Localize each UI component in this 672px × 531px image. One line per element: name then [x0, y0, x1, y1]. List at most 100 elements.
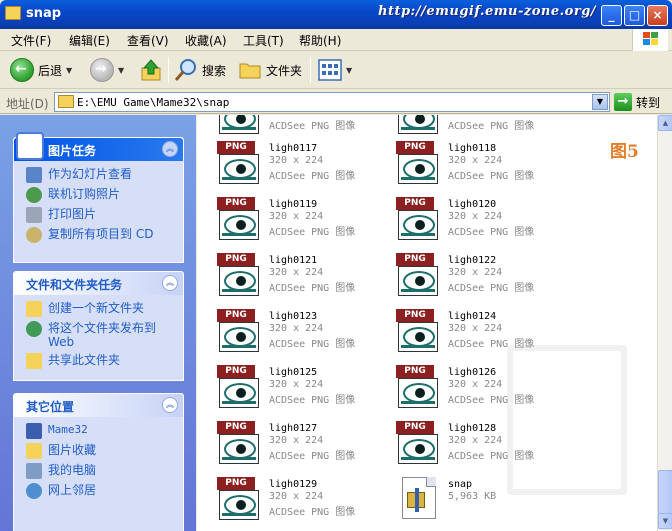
png-badge: PNG — [217, 309, 255, 322]
task-publish-web[interactable]: 将这个文件夹发布到 Web — [14, 321, 183, 353]
menu-edit[interactable]: 编辑(E) — [69, 32, 110, 49]
file-item-partial[interactable]: PNG ACDSee PNG 图像 — [396, 115, 566, 141]
place-my-pictures[interactable]: 图片收藏 — [14, 443, 183, 463]
place-network[interactable]: 网上邻居 — [14, 483, 183, 503]
file-item[interactable]: PNG ligh0120 320 x 224 ACDSee PNG 图像 — [396, 197, 566, 247]
png-file-icon: PNG — [217, 421, 263, 465]
folders-button[interactable]: 文件夹 — [238, 56, 302, 84]
task-label: 我的电脑 — [48, 463, 97, 477]
mame-icon — [26, 423, 42, 439]
place-mame32[interactable]: Mame32 — [14, 423, 183, 443]
go-arrow-icon: → — [614, 93, 632, 111]
pictures-folder-icon — [26, 443, 42, 459]
chevron-down-icon[interactable]: ▼ — [66, 66, 72, 75]
file-type: ACDSee PNG 图像 — [269, 395, 356, 406]
back-button[interactable]: ← 后退 ▼ — [10, 56, 72, 84]
toolbar-separator — [168, 57, 169, 83]
folders-label: 文件夹 — [266, 63, 303, 78]
file-tasks-header[interactable]: 文件和文件夹任务 ︽ — [14, 272, 183, 295]
go-button[interactable]: → 转到 — [614, 93, 660, 111]
png-file-icon: PNG — [217, 141, 263, 185]
close-button[interactable]: × — [647, 5, 668, 26]
share-folder-icon — [26, 353, 42, 369]
file-tasks-panel: 文件和文件夹任务 ︽ 创建一个新文件夹 将这个文件夹发布到 Web 共享此文件夹 — [13, 271, 184, 381]
menu-view[interactable]: 查看(V) — [127, 32, 169, 49]
scroll-up-icon[interactable]: ▲ — [658, 115, 672, 131]
address-bar: 地址(D) E:\EMU Game\Mame32\snap ▼ → 转到 — [0, 90, 672, 114]
address-input[interactable]: E:\EMU Game\Mame32\snap ▼ — [54, 92, 610, 112]
file-item[interactable]: PNG ligh0126 320 x 224 ACDSee PNG 图像 — [396, 365, 566, 415]
back-arrow-icon: ← — [10, 58, 34, 82]
task-label: 共享此文件夹 — [48, 353, 121, 367]
zip-file-item[interactable]: snap 5,963 KB — [396, 477, 566, 527]
chevron-down-icon[interactable]: ▼ — [592, 94, 608, 110]
collapse-icon[interactable]: ︽ — [162, 141, 178, 157]
collapse-icon[interactable]: ︽ — [162, 275, 178, 291]
vertical-scrollbar[interactable]: ▲ ▼ — [657, 115, 672, 531]
minimize-button[interactable]: _ — [601, 5, 622, 26]
file-view[interactable]: PNG ACDSee PNG 图像 PNG ACDSee PNG 图像 PNG ligh0… — [197, 115, 657, 531]
task-label: 打印图片 — [48, 207, 97, 221]
toolbar-separator — [310, 57, 311, 83]
task-share-folder[interactable]: 共享此文件夹 — [14, 353, 183, 373]
file-item[interactable]: PNG ligh0118 320 x 224 ACDSee PNG 图像 — [396, 141, 566, 191]
file-type: ACDSee PNG 图像 — [448, 227, 535, 238]
task-copy-to-cd[interactable]: 复制所有项目到 CD — [14, 227, 183, 247]
title-bar[interactable]: snap http://emugif.emu-zone.org/ _ □ × — [0, 0, 672, 29]
task-label: 联机订购照片 — [48, 187, 121, 201]
toolbar: ← 后退 ▼ → ▼ 搜索 文件夹 ▼ — [0, 51, 672, 89]
up-folder-button[interactable] — [140, 56, 162, 84]
globe-icon — [26, 321, 42, 337]
file-item[interactable]: PNG ligh0129 320 x 224 ACDSee PNG 图像 — [217, 477, 387, 527]
png-badge: PNG — [396, 253, 434, 266]
png-file-icon: PNG — [217, 253, 263, 297]
file-type: ACDSee PNG 图像 — [448, 395, 535, 406]
other-places-panel: 其它位置 ︽ Mame32 图片收藏 我的电脑 网上邻居 — [13, 393, 184, 531]
search-button[interactable]: 搜索 — [174, 56, 226, 84]
file-item[interactable]: PNG ligh0125 320 x 224 ACDSee PNG 图像 — [217, 365, 387, 415]
task-new-folder[interactable]: 创建一个新文件夹 — [14, 301, 183, 321]
file-name: ligh0122 — [448, 255, 497, 266]
scroll-thumb[interactable] — [658, 470, 672, 515]
task-label: 图片收藏 — [48, 443, 97, 457]
file-type: ACDSee PNG 图像 — [269, 451, 356, 462]
publish-line-1: 将这个文件夹发布到 — [48, 321, 157, 335]
views-button[interactable]: ▼ — [318, 56, 352, 84]
file-item[interactable]: PNG ligh0127 320 x 224 ACDSee PNG 图像 — [217, 421, 387, 471]
computer-icon — [26, 463, 42, 479]
file-item[interactable]: PNG ligh0128 320 x 224 ACDSee PNG 图像 — [396, 421, 566, 471]
menu-tools[interactable]: 工具(T) — [243, 32, 284, 49]
png-file-icon: PNG — [217, 197, 263, 241]
file-item[interactable]: PNG ligh0121 320 x 224 ACDSee PNG 图像 — [217, 253, 387, 303]
file-item[interactable]: PNG ligh0124 320 x 224 ACDSee PNG 图像 — [396, 309, 566, 359]
file-item[interactable]: PNG ligh0123 320 x 224 ACDSee PNG 图像 — [217, 309, 387, 359]
menu-help[interactable]: 帮助(H) — [299, 32, 341, 49]
task-order-prints[interactable]: 联机订购照片 — [14, 187, 183, 207]
chevron-down-icon[interactable]: ▼ — [346, 66, 352, 75]
place-my-computer[interactable]: 我的电脑 — [14, 463, 183, 483]
file-name: ligh0127 — [269, 423, 318, 434]
png-badge: PNG — [217, 365, 255, 378]
up-folder-icon — [141, 59, 161, 81]
collapse-icon[interactable]: ︽ — [162, 397, 178, 413]
menu-file[interactable]: 文件(F) — [11, 32, 51, 49]
maximize-button[interactable]: □ — [624, 5, 645, 26]
chevron-down-icon[interactable]: ▼ — [118, 66, 124, 75]
picture-tasks-header[interactable]: 图片任务 ︽ — [14, 132, 183, 161]
other-places-header[interactable]: 其它位置 ︽ — [14, 394, 183, 417]
task-print[interactable]: 打印图片 — [14, 207, 183, 227]
file-item-partial[interactable]: PNG ACDSee PNG 图像 — [217, 115, 387, 141]
other-places-title: 其它位置 — [26, 400, 75, 414]
task-slideshow[interactable]: 作为幻灯片查看 — [14, 167, 183, 187]
address-value[interactable]: E:\EMU Game\Mame32\snap — [77, 96, 229, 109]
file-item[interactable]: PNG ligh0119 320 x 224 ACDSee PNG 图像 — [217, 197, 387, 247]
file-name: ligh0120 — [448, 199, 497, 210]
scroll-down-icon[interactable]: ▼ — [658, 513, 672, 529]
task-label: 复制所有项目到 CD — [48, 227, 154, 241]
forward-button[interactable]: → ▼ — [90, 56, 124, 84]
file-item[interactable]: PNG ligh0122 320 x 224 ACDSee PNG 图像 — [396, 253, 566, 303]
file-item[interactable]: PNG ligh0117 320 x 224 ACDSee PNG 图像 — [217, 141, 387, 191]
menu-favorites[interactable]: 收藏(A) — [185, 32, 227, 49]
file-size: 5,963 KB — [448, 491, 497, 502]
png-file-icon: PNG — [396, 365, 442, 409]
